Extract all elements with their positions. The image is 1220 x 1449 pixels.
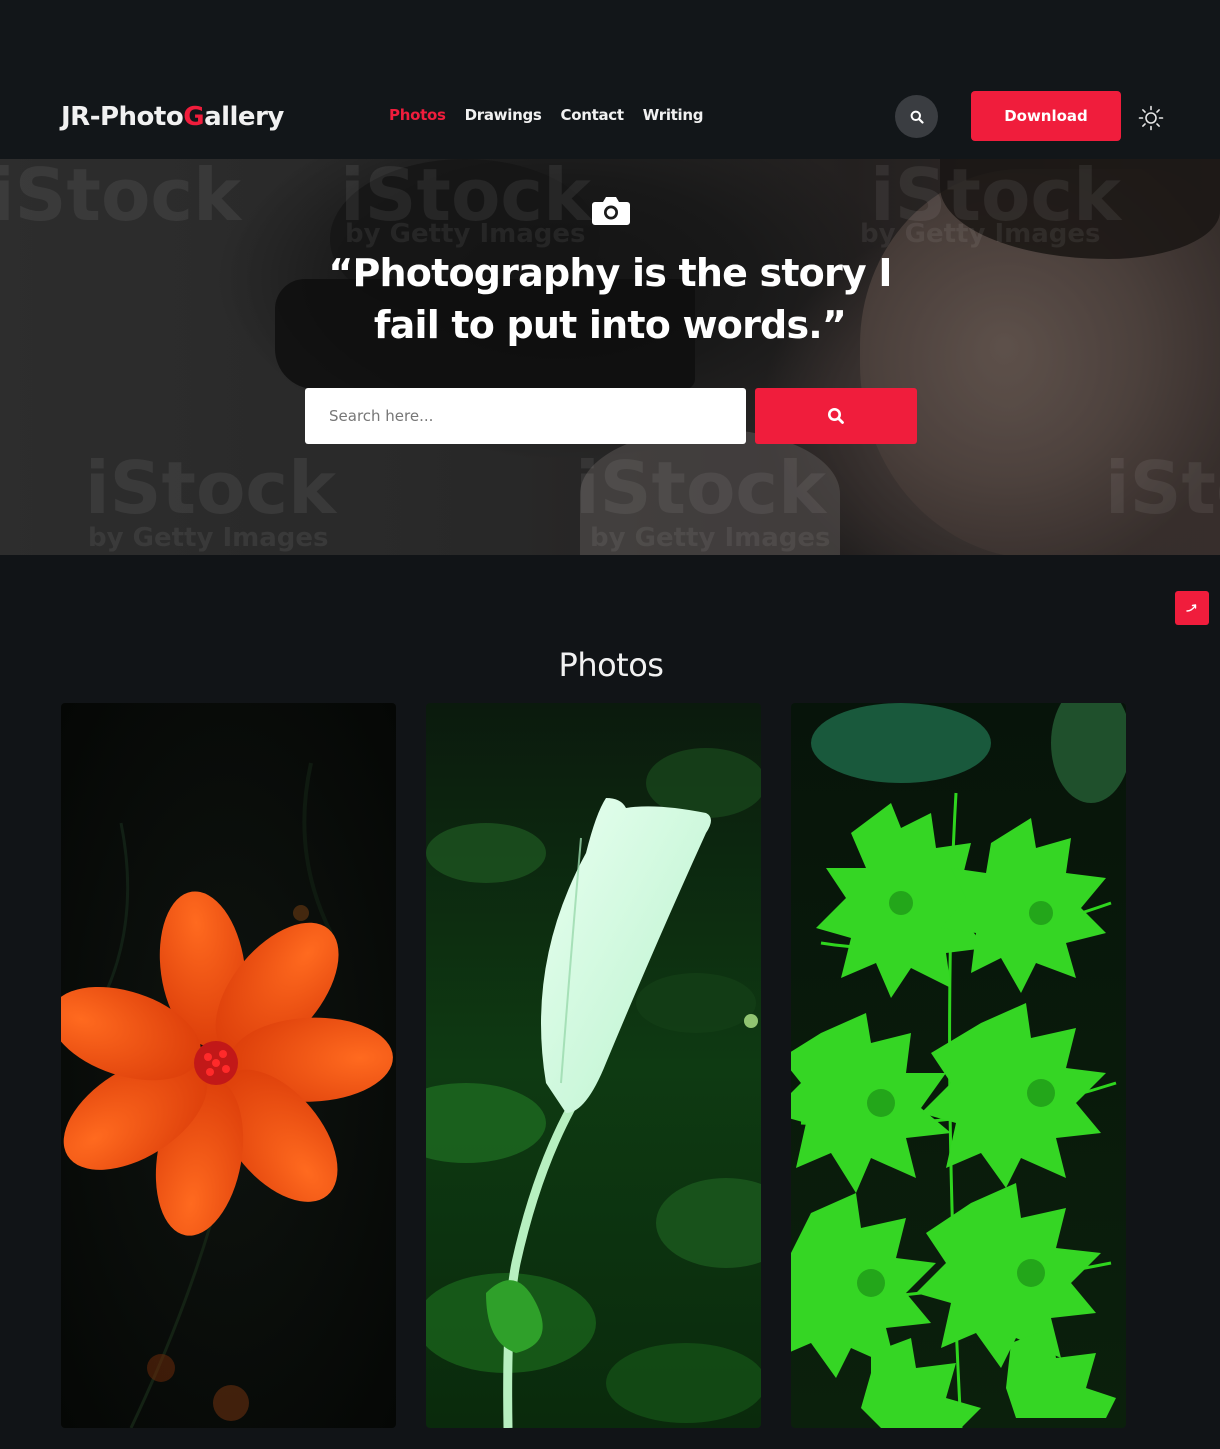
watermark: iStock xyxy=(1105,446,1220,530)
watermark: iStock xyxy=(575,446,826,530)
hero-banner: iStock iStock by Getty Images iStock by … xyxy=(0,159,1220,555)
nav-writing[interactable]: Writing xyxy=(643,106,704,124)
site-logo[interactable]: JR-PhotoGallery xyxy=(61,102,284,132)
watermark: by Getty Images xyxy=(860,219,1101,249)
nav-photos[interactable]: Photos xyxy=(389,106,446,124)
hero-quote: “Photography is the story I fail to put … xyxy=(310,247,910,351)
watermark: by Getty Images xyxy=(88,523,329,553)
photo-card[interactable] xyxy=(791,703,1126,1428)
photo-orange-flower xyxy=(61,703,396,1428)
watermark: iStock xyxy=(85,446,336,530)
main-nav: Photos Drawings Contact Writing xyxy=(389,106,704,124)
logo-suffix: allery xyxy=(204,102,284,132)
search-icon xyxy=(828,408,844,424)
hero-search-input[interactable] xyxy=(305,388,746,444)
camera-icon xyxy=(592,197,630,225)
hero-quote-line2: fail to put into words.” xyxy=(373,303,847,347)
hero-quote-line1: “Photography is the story I xyxy=(328,251,892,295)
search-icon xyxy=(910,110,924,124)
arrow-up-icon xyxy=(1186,604,1197,612)
watermark: by Getty Images xyxy=(345,219,586,249)
photo-card[interactable] xyxy=(426,703,761,1428)
logo-accent: G xyxy=(183,102,205,132)
hero-search-button[interactable] xyxy=(755,388,917,444)
scroll-top-button[interactable] xyxy=(1175,591,1209,625)
photo-green-fern xyxy=(791,703,1126,1428)
watermark: iStock xyxy=(0,159,241,237)
photo-card[interactable] xyxy=(61,703,396,1428)
download-button[interactable]: Download xyxy=(971,91,1121,141)
site-header: JR-PhotoGallery Photos Drawings Contact … xyxy=(0,0,1220,159)
nav-contact[interactable]: Contact xyxy=(561,106,625,124)
gallery-title: Photos xyxy=(558,646,664,684)
watermark: by Getty Images xyxy=(590,523,831,553)
sun-icon xyxy=(1138,105,1164,131)
theme-toggle[interactable] xyxy=(1137,104,1165,132)
photo-white-lily xyxy=(426,703,761,1428)
header-search-button[interactable] xyxy=(895,95,938,138)
nav-drawings[interactable]: Drawings xyxy=(465,106,542,124)
logo-prefix: JR-Photo xyxy=(61,102,184,132)
